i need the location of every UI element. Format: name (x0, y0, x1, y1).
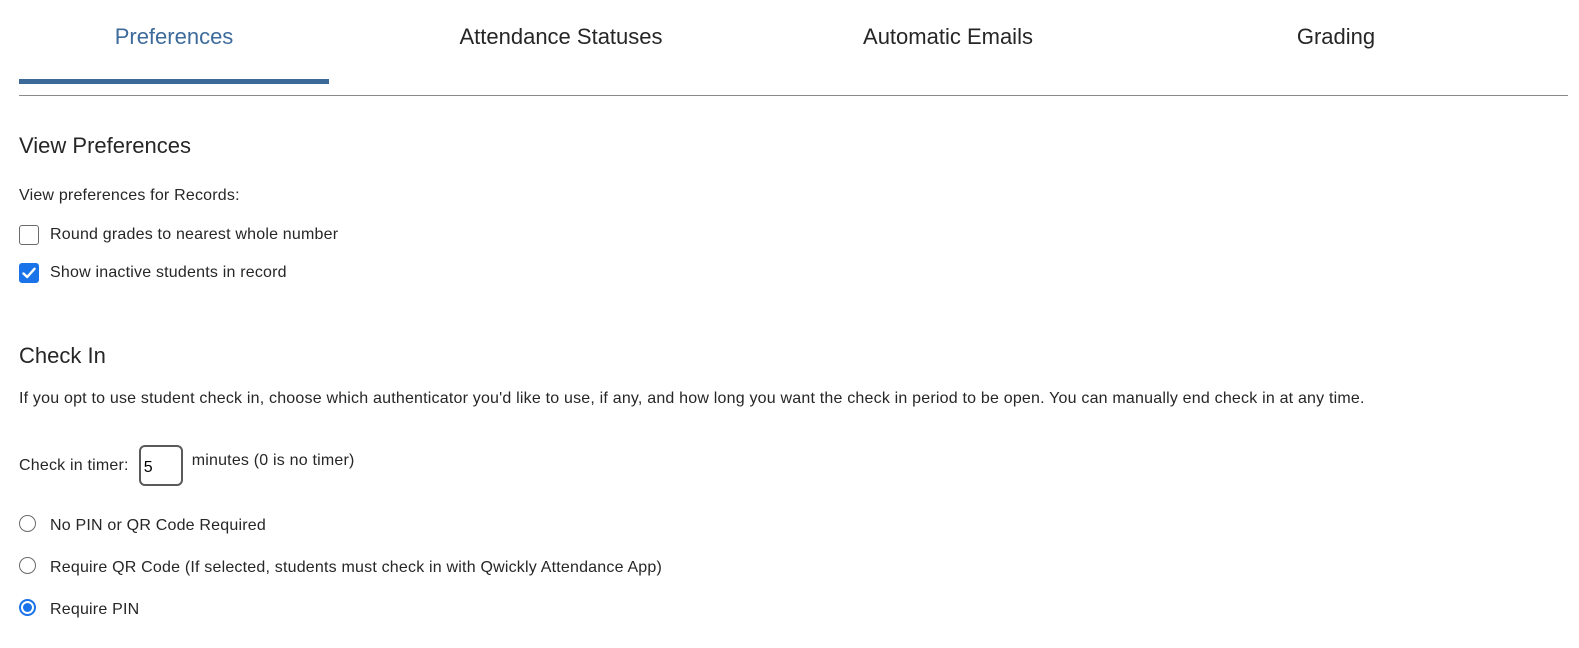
round-grades-checkbox[interactable] (19, 225, 39, 245)
view-preferences-heading: View Preferences (19, 133, 192, 158)
auth-option-none[interactable]: No PIN or QR Code Required (19, 514, 266, 535)
auth-qr-label: Require QR Code (If selected, students m… (50, 559, 663, 576)
option-round-grades[interactable]: Round grades to nearest whole number (19, 225, 338, 245)
check-in-description: If you opt to use student check in, choo… (19, 390, 1365, 407)
active-tab-indicator (19, 79, 329, 84)
auth-qr-radio[interactable] (19, 556, 36, 574)
round-grades-label: Round grades to nearest whole number (50, 226, 339, 243)
tab-bar: Preferences Attendance Statuses Automati… (19, 0, 1568, 96)
check-in-timer-row: Check in timer: minutes (0 is no timer) (19, 445, 355, 486)
checkmark-icon (22, 267, 36, 279)
auth-none-radio[interactable] (19, 514, 36, 532)
radio-selected-dot (23, 602, 32, 612)
option-show-inactive[interactable]: Show inactive students in record (19, 263, 287, 283)
check-in-heading: Check In (19, 343, 106, 368)
auth-option-pin[interactable]: Require PIN (19, 598, 140, 619)
tab-attendance-statuses[interactable]: Attendance Statuses (406, 0, 716, 84)
show-inactive-checkbox[interactable] (19, 263, 39, 283)
check-in-timer-suffix: minutes (0 is no timer) (191, 451, 355, 469)
auth-pin-radio[interactable] (19, 598, 36, 616)
check-in-timer-label: Check in timer: (19, 456, 129, 474)
preferences-page: Preferences Attendance Statuses Automati… (0, 0, 1579, 648)
tab-preferences[interactable]: Preferences (19, 0, 329, 84)
auth-none-label: No PIN or QR Code Required (50, 517, 266, 534)
tab-automatic-emails[interactable]: Automatic Emails (793, 0, 1103, 84)
tab-grading[interactable]: Grading (1181, 0, 1491, 84)
auth-option-qr[interactable]: Require QR Code (If selected, students m… (19, 556, 663, 577)
view-preferences-subtitle: View preferences for Records: (19, 187, 240, 204)
check-in-timer-input[interactable] (138, 445, 183, 486)
auth-pin-label: Require PIN (50, 601, 140, 618)
show-inactive-label: Show inactive students in record (50, 264, 287, 281)
